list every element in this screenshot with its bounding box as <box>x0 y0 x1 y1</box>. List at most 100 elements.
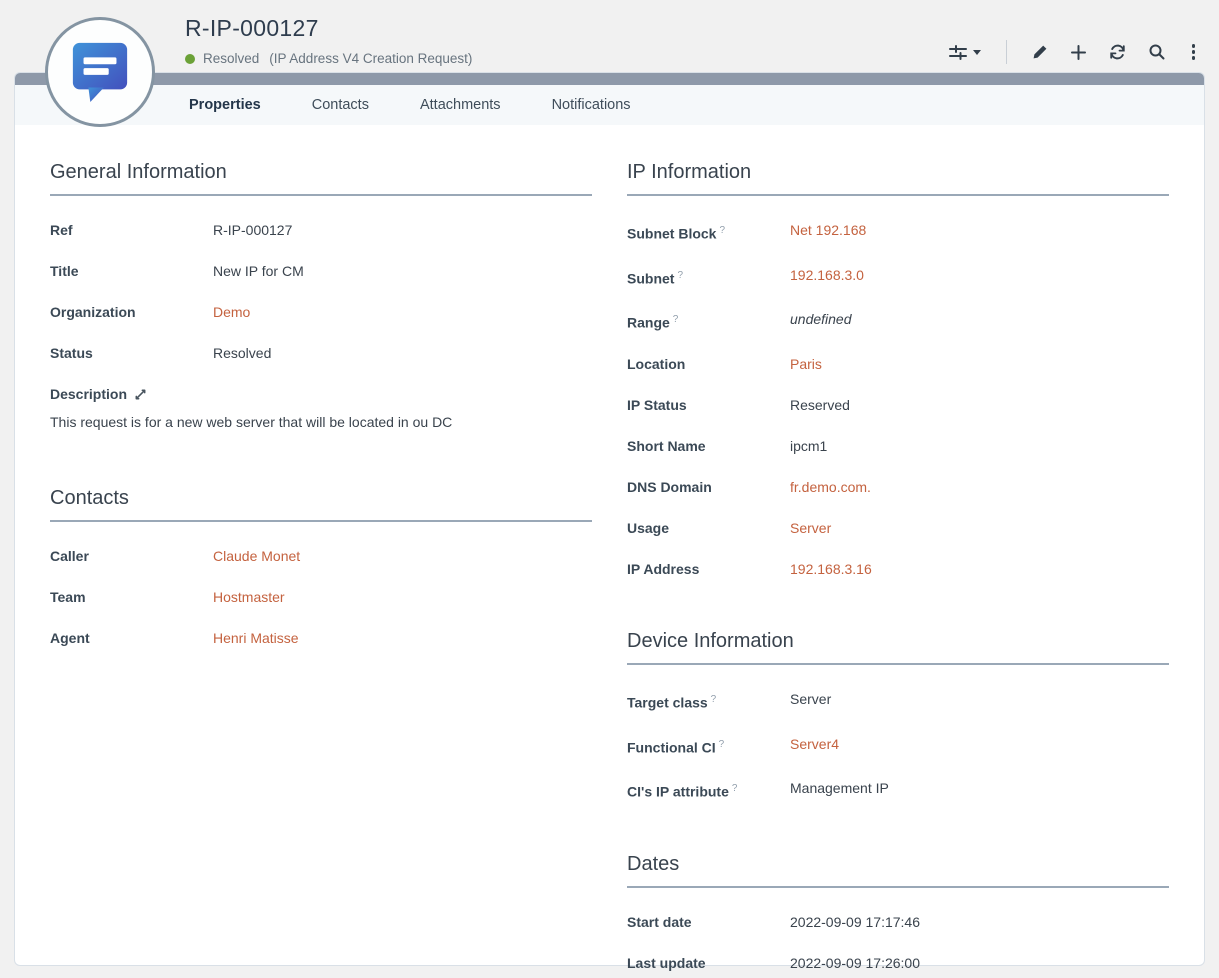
actions-menu-button[interactable] <box>949 45 981 60</box>
fieldset-general-information: General Information Ref R-IP-000127 Titl… <box>50 161 592 431</box>
field-label: Usage <box>627 520 790 537</box>
field-label: Short Name <box>627 438 790 455</box>
field-label: IP Address <box>627 561 790 578</box>
search-icon <box>1149 44 1165 60</box>
field-label: Target class? <box>627 691 790 712</box>
caller-link[interactable]: Claude Monet <box>213 548 300 564</box>
field-label: Functional CI? <box>627 736 790 757</box>
ip-address-link[interactable]: 192.168.3.16 <box>790 561 872 577</box>
team-link[interactable]: Hostmaster <box>213 589 285 605</box>
tab-contacts[interactable]: Contacts <box>312 97 369 113</box>
field-label: Title <box>50 263 213 280</box>
tab-properties[interactable]: Properties <box>189 97 261 113</box>
avatar <box>45 17 155 127</box>
tab-attachments[interactable]: Attachments <box>420 97 501 113</box>
field-label: Team <box>50 589 213 606</box>
field-range: Range? undefined <box>627 311 1169 332</box>
edit-button[interactable] <box>1032 44 1048 60</box>
field-functional-ci: Functional CI? Server4 <box>627 736 1169 757</box>
field-label: Location <box>627 356 790 373</box>
field-label: Status <box>50 345 213 362</box>
object-header: R-IP-000127 Resolved (IP Address V4 Crea… <box>0 0 1219 72</box>
section-title: IP Information <box>627 161 1169 196</box>
agent-link[interactable]: Henri Matisse <box>213 630 299 646</box>
field-ref: Ref R-IP-000127 <box>50 222 592 239</box>
field-usage: Usage Server <box>627 520 1169 537</box>
refresh-icon <box>1109 44 1126 60</box>
dns-domain-link[interactable]: fr.demo.com. <box>790 479 871 495</box>
field-agent: Agent Henri Matisse <box>50 630 592 647</box>
field-value: Server <box>790 691 831 712</box>
more-menu-button[interactable] <box>1188 43 1200 61</box>
chat-bubble-icon <box>69 37 131 108</box>
field-caller: Caller Claude Monet <box>50 548 592 565</box>
search-button[interactable] <box>1149 44 1165 60</box>
hint-icon: ? <box>719 225 725 236</box>
sliders-icon <box>949 45 967 60</box>
object-details-card: Properties Contacts Attachments Notifica… <box>14 72 1205 966</box>
field-value: Reserved <box>790 397 850 414</box>
subnet-link[interactable]: 192.168.3.0 <box>790 267 864 283</box>
field-label: Last update <box>627 955 790 972</box>
kebab-dot <box>1192 44 1196 48</box>
section-title: Contacts <box>50 487 592 522</box>
refresh-button[interactable] <box>1109 44 1126 60</box>
field-ip-status: IP Status Reserved <box>627 397 1169 414</box>
field-location: Location Paris <box>627 356 1169 373</box>
field-value: ipcm1 <box>790 438 827 455</box>
field-label: Subnet Block? <box>627 222 790 243</box>
field-label: Ref <box>50 222 213 239</box>
toolbar-divider <box>1006 40 1007 64</box>
fieldset-ip-information: IP Information Subnet Block? Net 192.168… <box>627 161 1169 578</box>
field-team: Team Hostmaster <box>50 589 592 606</box>
field-start-date: Start date 2022-09-09 17:17:46 <box>627 914 1169 931</box>
description-text: This request is for a new web server tha… <box>50 413 592 431</box>
status-dot-icon <box>185 54 195 64</box>
field-value: Management IP <box>790 780 889 801</box>
status-line: Resolved (IP Address V4 Creation Request… <box>185 51 472 66</box>
field-description-label: Description <box>50 386 592 403</box>
usage-link[interactable]: Server <box>790 520 831 536</box>
field-value: undefined <box>790 311 852 332</box>
plus-icon <box>1071 45 1086 60</box>
field-label: IP Status <box>627 397 790 414</box>
pencil-icon <box>1032 44 1048 60</box>
hint-icon: ? <box>732 783 738 794</box>
field-short-name: Short Name ipcm1 <box>627 438 1169 455</box>
field-last-update: Last update 2022-09-09 17:26:00 <box>627 955 1169 972</box>
left-column: General Information Ref R-IP-000127 Titl… <box>50 161 592 972</box>
right-column: IP Information Subnet Block? Net 192.168… <box>627 161 1169 972</box>
field-subnet: Subnet? 192.168.3.0 <box>627 267 1169 288</box>
field-dns-domain: DNS Domain fr.demo.com. <box>627 479 1169 496</box>
organization-link[interactable]: Demo <box>213 304 250 320</box>
hint-icon: ? <box>673 314 679 325</box>
kebab-dot <box>1192 56 1196 60</box>
location-link[interactable]: Paris <box>790 356 822 372</box>
kebab-dot <box>1192 50 1196 54</box>
tab-bar: Properties Contacts Attachments Notifica… <box>15 85 1204 125</box>
expand-icon[interactable] <box>134 388 147 401</box>
hint-icon: ? <box>677 270 683 281</box>
functional-ci-link[interactable]: Server4 <box>790 736 839 752</box>
hint-icon: ? <box>719 739 725 750</box>
field-subnet-block: Subnet Block? Net 192.168 <box>627 222 1169 243</box>
new-object-button[interactable] <box>1071 45 1086 60</box>
field-label: Caller <box>50 548 213 565</box>
field-title: Title New IP for CM <box>50 263 592 280</box>
tab-notifications[interactable]: Notifications <box>552 97 631 113</box>
fieldset-device-information: Device Information Target class? Server … <box>627 630 1169 801</box>
subnet-block-link[interactable]: Net 192.168 <box>790 222 866 238</box>
field-label: Subnet? <box>627 267 790 288</box>
fieldset-dates: Dates Start date 2022-09-09 17:17:46 Las… <box>627 853 1169 972</box>
chevron-down-icon <box>973 50 981 55</box>
hint-icon: ? <box>711 694 717 705</box>
field-value: 2022-09-09 17:17:46 <box>790 914 920 931</box>
section-title: General Information <box>50 161 592 196</box>
field-label: CI's IP attribute? <box>627 780 790 801</box>
field-target-class: Target class? Server <box>627 691 1169 712</box>
card-top-bar <box>15 73 1204 85</box>
field-value: 2022-09-09 17:26:00 <box>790 955 920 972</box>
fieldset-contacts: Contacts Caller Claude Monet Team Hostma… <box>50 487 592 647</box>
field-label: Start date <box>627 914 790 931</box>
field-ci-ip-attribute: CI's IP attribute? Management IP <box>627 780 1169 801</box>
